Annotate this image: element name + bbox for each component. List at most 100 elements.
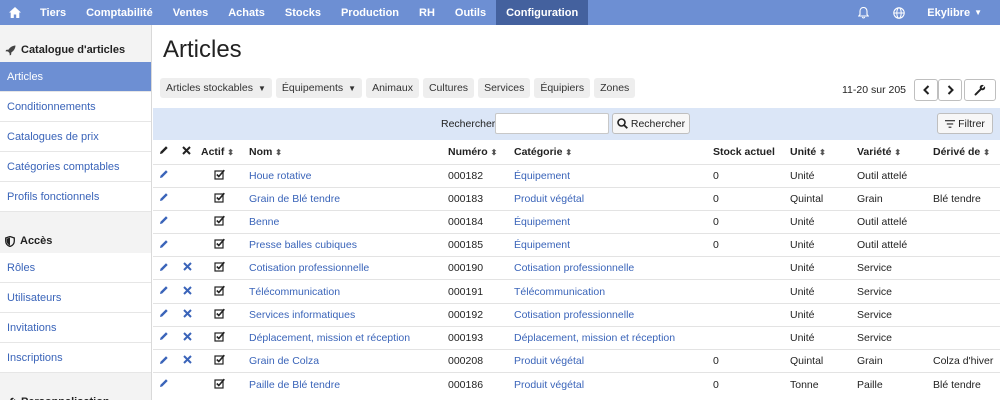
category-link[interactable]: Équipement [510, 233, 711, 257]
nav-item-comptabilite[interactable]: Comptabilité [76, 0, 163, 25]
sidebar-item[interactable]: Profils fonctionnels [0, 182, 151, 212]
nav-item-rh[interactable]: RH [409, 0, 445, 25]
active-cell [199, 209, 245, 234]
category-link[interactable]: Produit végétal [510, 186, 711, 211]
pencil-icon[interactable] [159, 355, 169, 365]
category-link[interactable]: Cotisation professionnelle [510, 256, 711, 280]
category-link[interactable]: Produit végétal [510, 348, 711, 373]
nav-item-stocks[interactable]: Stocks [275, 0, 331, 25]
unit-value: Unité [788, 325, 843, 350]
category-link[interactable]: Produit végétal [510, 372, 711, 396]
delete-icon[interactable] [183, 262, 192, 272]
article-name-link[interactable]: Presse balles cubiques [245, 233, 446, 257]
sort-icon: ⬍ [565, 147, 573, 157]
next-page-button[interactable] [938, 79, 962, 101]
nav-item-ventes[interactable]: Ventes [163, 0, 218, 25]
filter-chip[interactable]: Articles stockables ▼ [160, 78, 272, 98]
variety-value: Grain [843, 186, 919, 211]
nav-item-production[interactable]: Production [331, 0, 409, 25]
filter-button-label: Filtrer [958, 117, 985, 130]
sidebar-item[interactable]: Rôles [0, 253, 151, 283]
column-header-categorie[interactable]: Catégorie ⬍ [510, 140, 711, 164]
home-button[interactable] [0, 0, 30, 25]
column-header-actif[interactable]: Actif ⬍ [199, 140, 245, 164]
article-name-link[interactable]: Services informatiques [245, 302, 446, 327]
main-content: Articles Articles stockables ▼ Équipements… [153, 25, 1000, 400]
article-name-link[interactable]: Paille de Blé tendre [245, 372, 446, 396]
user-menu[interactable]: Ekylibre ▼ [917, 0, 1000, 25]
sidebar-section-header: Catalogue d'articles [0, 25, 151, 62]
pencil-icon[interactable] [159, 285, 169, 295]
column-header-variete[interactable]: Variété ⬍ [843, 140, 919, 164]
pencil-icon[interactable] [159, 215, 169, 225]
column-header-unite[interactable]: Unité ⬍ [788, 140, 843, 164]
article-name-link[interactable]: Cotisation professionnelle [245, 256, 446, 280]
notifications-button[interactable] [846, 0, 881, 25]
sort-icon: ⬍ [819, 147, 826, 157]
pencil-icon[interactable] [159, 262, 169, 272]
active-cell [199, 186, 245, 211]
language-button[interactable] [881, 0, 917, 25]
sidebar-item[interactable]: Conditionnements [0, 92, 151, 122]
column-header-numero[interactable]: Numéro ⬍ [446, 140, 510, 164]
active-cell [199, 348, 245, 373]
sidebar-item[interactable]: Articles [0, 62, 151, 92]
previous-page-button[interactable] [914, 79, 938, 101]
filter-chip[interactable]: Services [478, 78, 531, 98]
pencil-icon[interactable] [159, 378, 169, 388]
delete-icon[interactable] [183, 332, 192, 341]
category-link[interactable]: Déplacement, mission et réception [510, 325, 711, 350]
column-header-nom[interactable]: Nom ⬍ [245, 140, 446, 164]
filter-chip[interactable]: Équipements ▼ [275, 78, 363, 98]
nav-item-achats[interactable]: Achats [218, 0, 275, 25]
sidebar-item[interactable]: Catalogues de prix [0, 122, 151, 152]
article-name-link[interactable]: Houe rotative [245, 163, 446, 188]
filter-chip-label: Zones [600, 82, 630, 94]
filter-chip[interactable]: Animaux [366, 78, 419, 98]
search-button[interactable]: Rechercher [612, 113, 690, 134]
pencil-icon[interactable] [159, 308, 169, 318]
sidebar-item[interactable]: Inscriptions [0, 343, 151, 373]
nav-item-tiers[interactable]: Tiers [30, 0, 76, 25]
category-link[interactable]: Télécommunication [510, 279, 711, 304]
article-number: 000192 [446, 302, 510, 327]
delete-cell [177, 325, 199, 350]
settings-button[interactable] [964, 79, 996, 101]
article-name-link[interactable]: Télécommunication [245, 279, 446, 304]
article-name-link[interactable]: Grain de Colza [245, 348, 446, 373]
category-link[interactable]: Cotisation professionnelle [510, 302, 711, 327]
page-title: Articles [163, 36, 242, 63]
column-header-derive[interactable]: Dérivé de ⬍ [919, 140, 1000, 164]
edit-cell [153, 348, 177, 373]
sidebar-item[interactable]: Invitations [0, 313, 151, 343]
sidebar-item[interactable]: Catégories comptables [0, 152, 151, 182]
sidebar-item[interactable]: Utilisateurs [0, 283, 151, 313]
delete-icon[interactable] [183, 285, 192, 295]
sort-icon: ⬍ [227, 147, 234, 157]
filter-chip[interactable]: Équipiers [534, 78, 591, 98]
pencil-icon[interactable] [159, 169, 169, 179]
filter-chip[interactable]: Zones [594, 78, 636, 98]
filter-chip[interactable]: Cultures [422, 78, 475, 98]
derived-value [919, 233, 1000, 257]
article-name-link[interactable]: Grain de Blé tendre [245, 186, 446, 211]
category-link[interactable]: Équipement [510, 163, 711, 188]
article-name-link[interactable]: Déplacement, mission et réception [245, 325, 446, 350]
nav-item-outils[interactable]: Outils [445, 0, 496, 25]
article-number: 000191 [446, 279, 510, 304]
pencil-icon[interactable] [159, 192, 169, 202]
derived-value [919, 279, 1000, 304]
category-link[interactable]: Équipement [510, 209, 711, 234]
caret-down-icon: ▼ [348, 83, 357, 93]
edit-cell [153, 372, 177, 396]
article-name-link[interactable]: Benne [245, 209, 446, 234]
delete-icon[interactable] [183, 355, 192, 364]
delete-icon[interactable] [183, 309, 192, 318]
pencil-icon[interactable] [159, 331, 169, 341]
pencil-icon[interactable] [159, 239, 169, 249]
filter-button[interactable]: Filtrer [937, 113, 993, 134]
home-icon [9, 7, 21, 18]
table-row: Paille de Blé tendre 000186 Produit végéta… [153, 372, 1000, 396]
nav-item-configuration[interactable]: Configuration [496, 0, 589, 25]
search-input[interactable] [495, 113, 609, 134]
